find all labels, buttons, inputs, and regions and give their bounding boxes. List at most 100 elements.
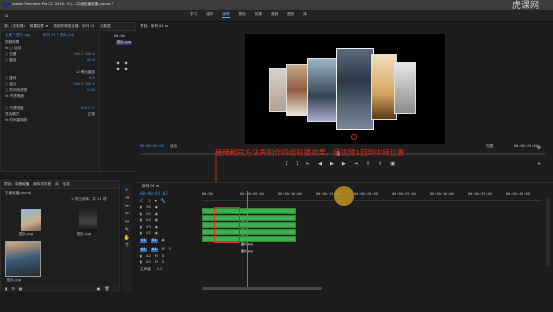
hand-tool-icon[interactable]: ✋ bbox=[124, 235, 130, 241]
tab-project[interactable]: 项目：平面轮播 bbox=[4, 182, 29, 186]
program-timecode-left[interactable]: 00:00:05:00 bbox=[140, 144, 164, 149]
lock-icon[interactable]: ▮ bbox=[140, 225, 142, 230]
preview-photo bbox=[394, 62, 416, 114]
quality-dropdown[interactable]: 完整 bbox=[486, 144, 493, 149]
effect-breadcrumb[interactable]: 主要 * 图片.jpg bbox=[5, 33, 30, 38]
workspace-tab-audio[interactable]: 音频 bbox=[271, 12, 278, 18]
workspace-tab-graphics[interactable]: 图形 bbox=[287, 12, 294, 18]
keyframe-icon[interactable]: ◆ bbox=[124, 66, 128, 71]
fit-dropdown[interactable]: 适合 bbox=[170, 144, 177, 149]
mute-icon[interactable]: M bbox=[155, 254, 158, 259]
lock-icon[interactable]: ▮ bbox=[5, 286, 7, 291]
add-marker-icon[interactable]: ▾ bbox=[155, 198, 157, 203]
step-forward-icon[interactable]: ▶ bbox=[342, 161, 346, 167]
go-to-in-icon[interactable]: ⇤ bbox=[306, 161, 310, 167]
program-monitor-tab[interactable]: 节目：序列 01 ≡ bbox=[140, 24, 168, 29]
timeline-ruler[interactable]: 00:00 00:00:05:00 00:00:10:00 00:00:15:0… bbox=[202, 192, 542, 201]
mark-in-icon[interactable]: ⌈ bbox=[286, 161, 288, 167]
effect-sequence[interactable]: 序列 01 * 图片.jpg bbox=[43, 33, 74, 38]
project-thumbnail[interactable] bbox=[21, 209, 41, 231]
workspace-tab-assembly[interactable]: 组件 bbox=[206, 12, 213, 18]
tab-source[interactable]: 源：(无剪辑) bbox=[4, 24, 25, 28]
source-patch[interactable]: V1 bbox=[140, 238, 147, 243]
type-tool-icon[interactable]: T bbox=[125, 243, 128, 249]
go-to-out-icon[interactable]: ⇥ bbox=[354, 161, 358, 167]
linked-selection-icon[interactable]: ⊃ bbox=[147, 198, 150, 203]
lock-icon[interactable]: ▮ bbox=[140, 254, 142, 259]
step-back-icon[interactable]: ◀ bbox=[318, 161, 322, 167]
track-select-icon[interactable]: ⇥ bbox=[125, 195, 129, 201]
settings-icon[interactable]: ⚙ bbox=[536, 145, 542, 151]
play-icon[interactable]: ▶ bbox=[330, 161, 334, 167]
tab-effect-controls[interactable]: 效果控件 ≡ bbox=[30, 24, 49, 28]
timeline-tab[interactable]: 序列 01 ≡ bbox=[142, 184, 159, 189]
icon-view-icon[interactable]: ▦ bbox=[19, 286, 23, 291]
solo-icon[interactable]: S bbox=[169, 248, 171, 252]
list-view-icon[interactable]: ☰ bbox=[11, 286, 15, 291]
add-button-icon[interactable]: + bbox=[536, 161, 542, 167]
workspace-tab-color[interactable]: 颜色 bbox=[239, 12, 246, 18]
workspace-tab-editing[interactable]: 编辑 bbox=[222, 12, 230, 18]
keyframe-icon[interactable]: ◆ bbox=[116, 66, 120, 71]
ruler-label: 00:00:40:00 bbox=[506, 192, 530, 196]
eye-icon[interactable]: ◉ bbox=[155, 232, 158, 236]
clip-area[interactable]: 图片.jpg 图片.jpg 图片.jpg 图片.jpg 图片.jpg bbox=[202, 191, 542, 289]
timeline-timecode[interactable]: 00:00:05:02 bbox=[140, 191, 168, 196]
tab-libraries[interactable]: 库 bbox=[55, 182, 59, 186]
lift-icon[interactable]: ⇧ bbox=[366, 161, 370, 167]
home-icon[interactable]: ⌂ bbox=[3, 12, 10, 19]
timeline-panel: 序列 01 ≡ 00:00:05:02 ⊂ ⊃ ▾ 🔧 00:00 00:00:… bbox=[136, 182, 553, 293]
extract-icon[interactable]: ⇪ bbox=[378, 161, 382, 167]
track-header-master[interactable]: 主声道 0.0 bbox=[140, 267, 200, 274]
workspace-tab-learn[interactable]: 学习 bbox=[190, 12, 197, 18]
slip-tool-icon[interactable]: ↔ bbox=[125, 219, 129, 225]
title-bar: Adobe Premiere Pro CC 2019 - E:\...\平面轮播… bbox=[0, 0, 553, 11]
timeline-playhead[interactable] bbox=[247, 191, 248, 287]
project-thumbnail-selected[interactable] bbox=[5, 241, 41, 277]
tab-media-browser[interactable]: 媒体浏览器 bbox=[33, 182, 51, 186]
export-frame-icon[interactable]: ▣ bbox=[390, 161, 395, 167]
tab-info[interactable]: 信息 bbox=[63, 182, 70, 186]
project-thumbnail[interactable] bbox=[79, 209, 97, 231]
selection-tool-icon[interactable]: ▸ bbox=[126, 187, 129, 193]
workspace-tabs: 学习 组件 编辑 颜色 效果 音频 图形 库 bbox=[190, 12, 307, 18]
snap-icon[interactable]: ⊂ bbox=[140, 198, 143, 203]
tab-metadata[interactable]: 元数据 bbox=[100, 24, 111, 28]
transport-controls: ⌈ ⌉ ⇤ ◀ ▶ ▶ ⇥ ⇧ ⇪ ▣ bbox=[286, 161, 395, 167]
wrench-icon[interactable]: 🔧 bbox=[161, 198, 166, 203]
eye-icon[interactable]: ◉ bbox=[155, 219, 158, 223]
vertical-scrollbar[interactable] bbox=[546, 197, 550, 267]
keyframe-icon[interactable]: ◆ bbox=[124, 60, 128, 65]
lock-icon[interactable]: ▮ bbox=[140, 261, 142, 265]
eye-icon[interactable]: ◉ bbox=[155, 225, 158, 230]
mark-out-icon[interactable]: ⌉ bbox=[296, 161, 298, 167]
razor-tool-icon[interactable]: ✂ bbox=[125, 211, 129, 217]
project-footer: ▮ ☰ ▦ ▣ 🗑 bbox=[1, 285, 119, 292]
anchor-point-marker[interactable] bbox=[351, 134, 357, 140]
workspace-tab-libraries[interactable]: 库 bbox=[303, 12, 307, 18]
horizontal-scrollbar[interactable] bbox=[202, 287, 322, 290]
eye-icon[interactable]: ◉ bbox=[155, 206, 158, 210]
workspace-bar: ⌂ 学习 组件 编辑 颜色 效果 音频 图形 库 bbox=[0, 10, 553, 22]
solo-icon[interactable]: S bbox=[162, 254, 164, 259]
mute-icon[interactable]: M bbox=[155, 261, 158, 265]
mute-icon[interactable]: M bbox=[162, 248, 165, 252]
ripple-edit-icon[interactable]: ⟛ bbox=[125, 203, 130, 209]
solo-icon[interactable]: S bbox=[162, 261, 164, 265]
keyframe-icon[interactable]: ◆ bbox=[116, 60, 120, 65]
source-patch[interactable]: A1 bbox=[140, 248, 147, 253]
ruler-label: 00:00:30:00 bbox=[430, 192, 454, 196]
new-item-icon[interactable]: ▣ bbox=[97, 286, 101, 291]
trash-icon[interactable]: 🗑 bbox=[104, 286, 109, 291]
eye-icon[interactable]: ◉ bbox=[155, 212, 158, 217]
pen-tool-icon[interactable]: ✎ bbox=[125, 227, 129, 233]
eye-icon[interactable]: ◉ bbox=[162, 238, 165, 243]
lock-icon[interactable]: ▮ bbox=[140, 212, 142, 217]
program-video-frame[interactable] bbox=[245, 34, 445, 144]
tools-panel: ▸ ⇥ ⟛ ✂ ↔ ✎ ✋ T bbox=[122, 184, 132, 292]
workspace-tab-effects[interactable]: 效果 bbox=[255, 12, 262, 18]
lock-icon[interactable]: ▮ bbox=[140, 206, 142, 210]
tab-audio-mixer[interactable]: 音频剪辑混合器：序列 01 bbox=[53, 24, 95, 28]
lock-icon[interactable]: ▮ bbox=[140, 232, 142, 236]
lock-icon[interactable]: ▮ bbox=[140, 219, 142, 223]
